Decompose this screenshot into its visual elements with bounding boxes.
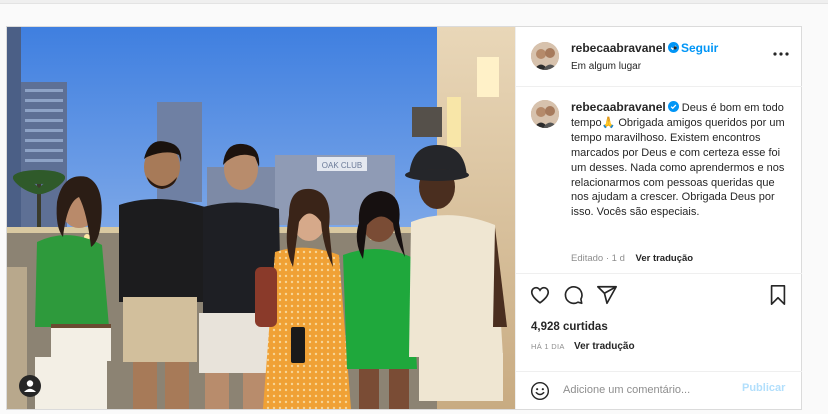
separator-dot: • — [673, 41, 678, 55]
caption-username[interactable]: rebecaabravanel — [571, 100, 666, 114]
comment-icon[interactable] — [562, 284, 584, 306]
post-author-username[interactable]: rebecaabravanel — [571, 41, 679, 55]
emoji-icon[interactable] — [530, 381, 550, 401]
caption-text: Deus é bom em todo tempo🙏 Obrigada amigo… — [571, 102, 785, 219]
see-translation-post-button[interactable]: Ver tradução — [574, 341, 635, 352]
follow-button[interactable]: Seguir — [681, 41, 718, 55]
heart-icon[interactable] — [529, 284, 551, 306]
group-photo-image: OAK CLUB — [7, 27, 515, 409]
see-translation-caption-button[interactable]: Ver tradução — [636, 253, 694, 264]
caption-text-block: rebecaabravanel Deus é bom em todo tempo… — [571, 100, 793, 220]
top-bar-divider — [0, 0, 828, 4]
building-sign: OAK CLUB — [322, 161, 362, 170]
user-tag-icon — [24, 380, 36, 392]
post-header: rebecaabravanel • Seguir Em algum lugar — [516, 27, 802, 87]
caption-meta: Editado · 1 d Ver tradução — [571, 253, 693, 264]
username-text[interactable]: rebecaabravanel — [571, 41, 666, 55]
more-options-icon[interactable] — [771, 49, 791, 59]
likes-count[interactable]: 4,928 curtidas — [531, 321, 608, 333]
avatar-image — [531, 100, 559, 128]
post-side-panel: rebecaabravanel • Seguir Em algum lugar … — [515, 27, 802, 409]
share-icon[interactable] — [596, 284, 618, 306]
post-photo[interactable]: OAK CLUB — [7, 27, 515, 409]
post-caption: rebecaabravanel Deus é bom em todo tempo… — [516, 88, 802, 278]
post-card: OAK CLUB rebecaabravanel • Seguir Em alg… — [6, 26, 802, 410]
verified-badge-icon — [667, 101, 679, 112]
post-time-ago: HÁ 1 DIA — [531, 342, 565, 351]
comment-bar: Publicar — [516, 371, 802, 409]
tagged-users-button[interactable] — [19, 375, 41, 397]
caption-avatar[interactable] — [531, 100, 559, 128]
avatar[interactable] — [531, 42, 559, 70]
avatar-image — [531, 42, 559, 70]
post-location[interactable]: Em algum lugar — [571, 61, 641, 72]
edited-timestamp: Editado · 1 d — [571, 253, 625, 264]
comment-input[interactable] — [563, 380, 733, 400]
publish-button[interactable]: Publicar — [742, 382, 785, 394]
bookmark-icon[interactable] — [768, 284, 788, 306]
